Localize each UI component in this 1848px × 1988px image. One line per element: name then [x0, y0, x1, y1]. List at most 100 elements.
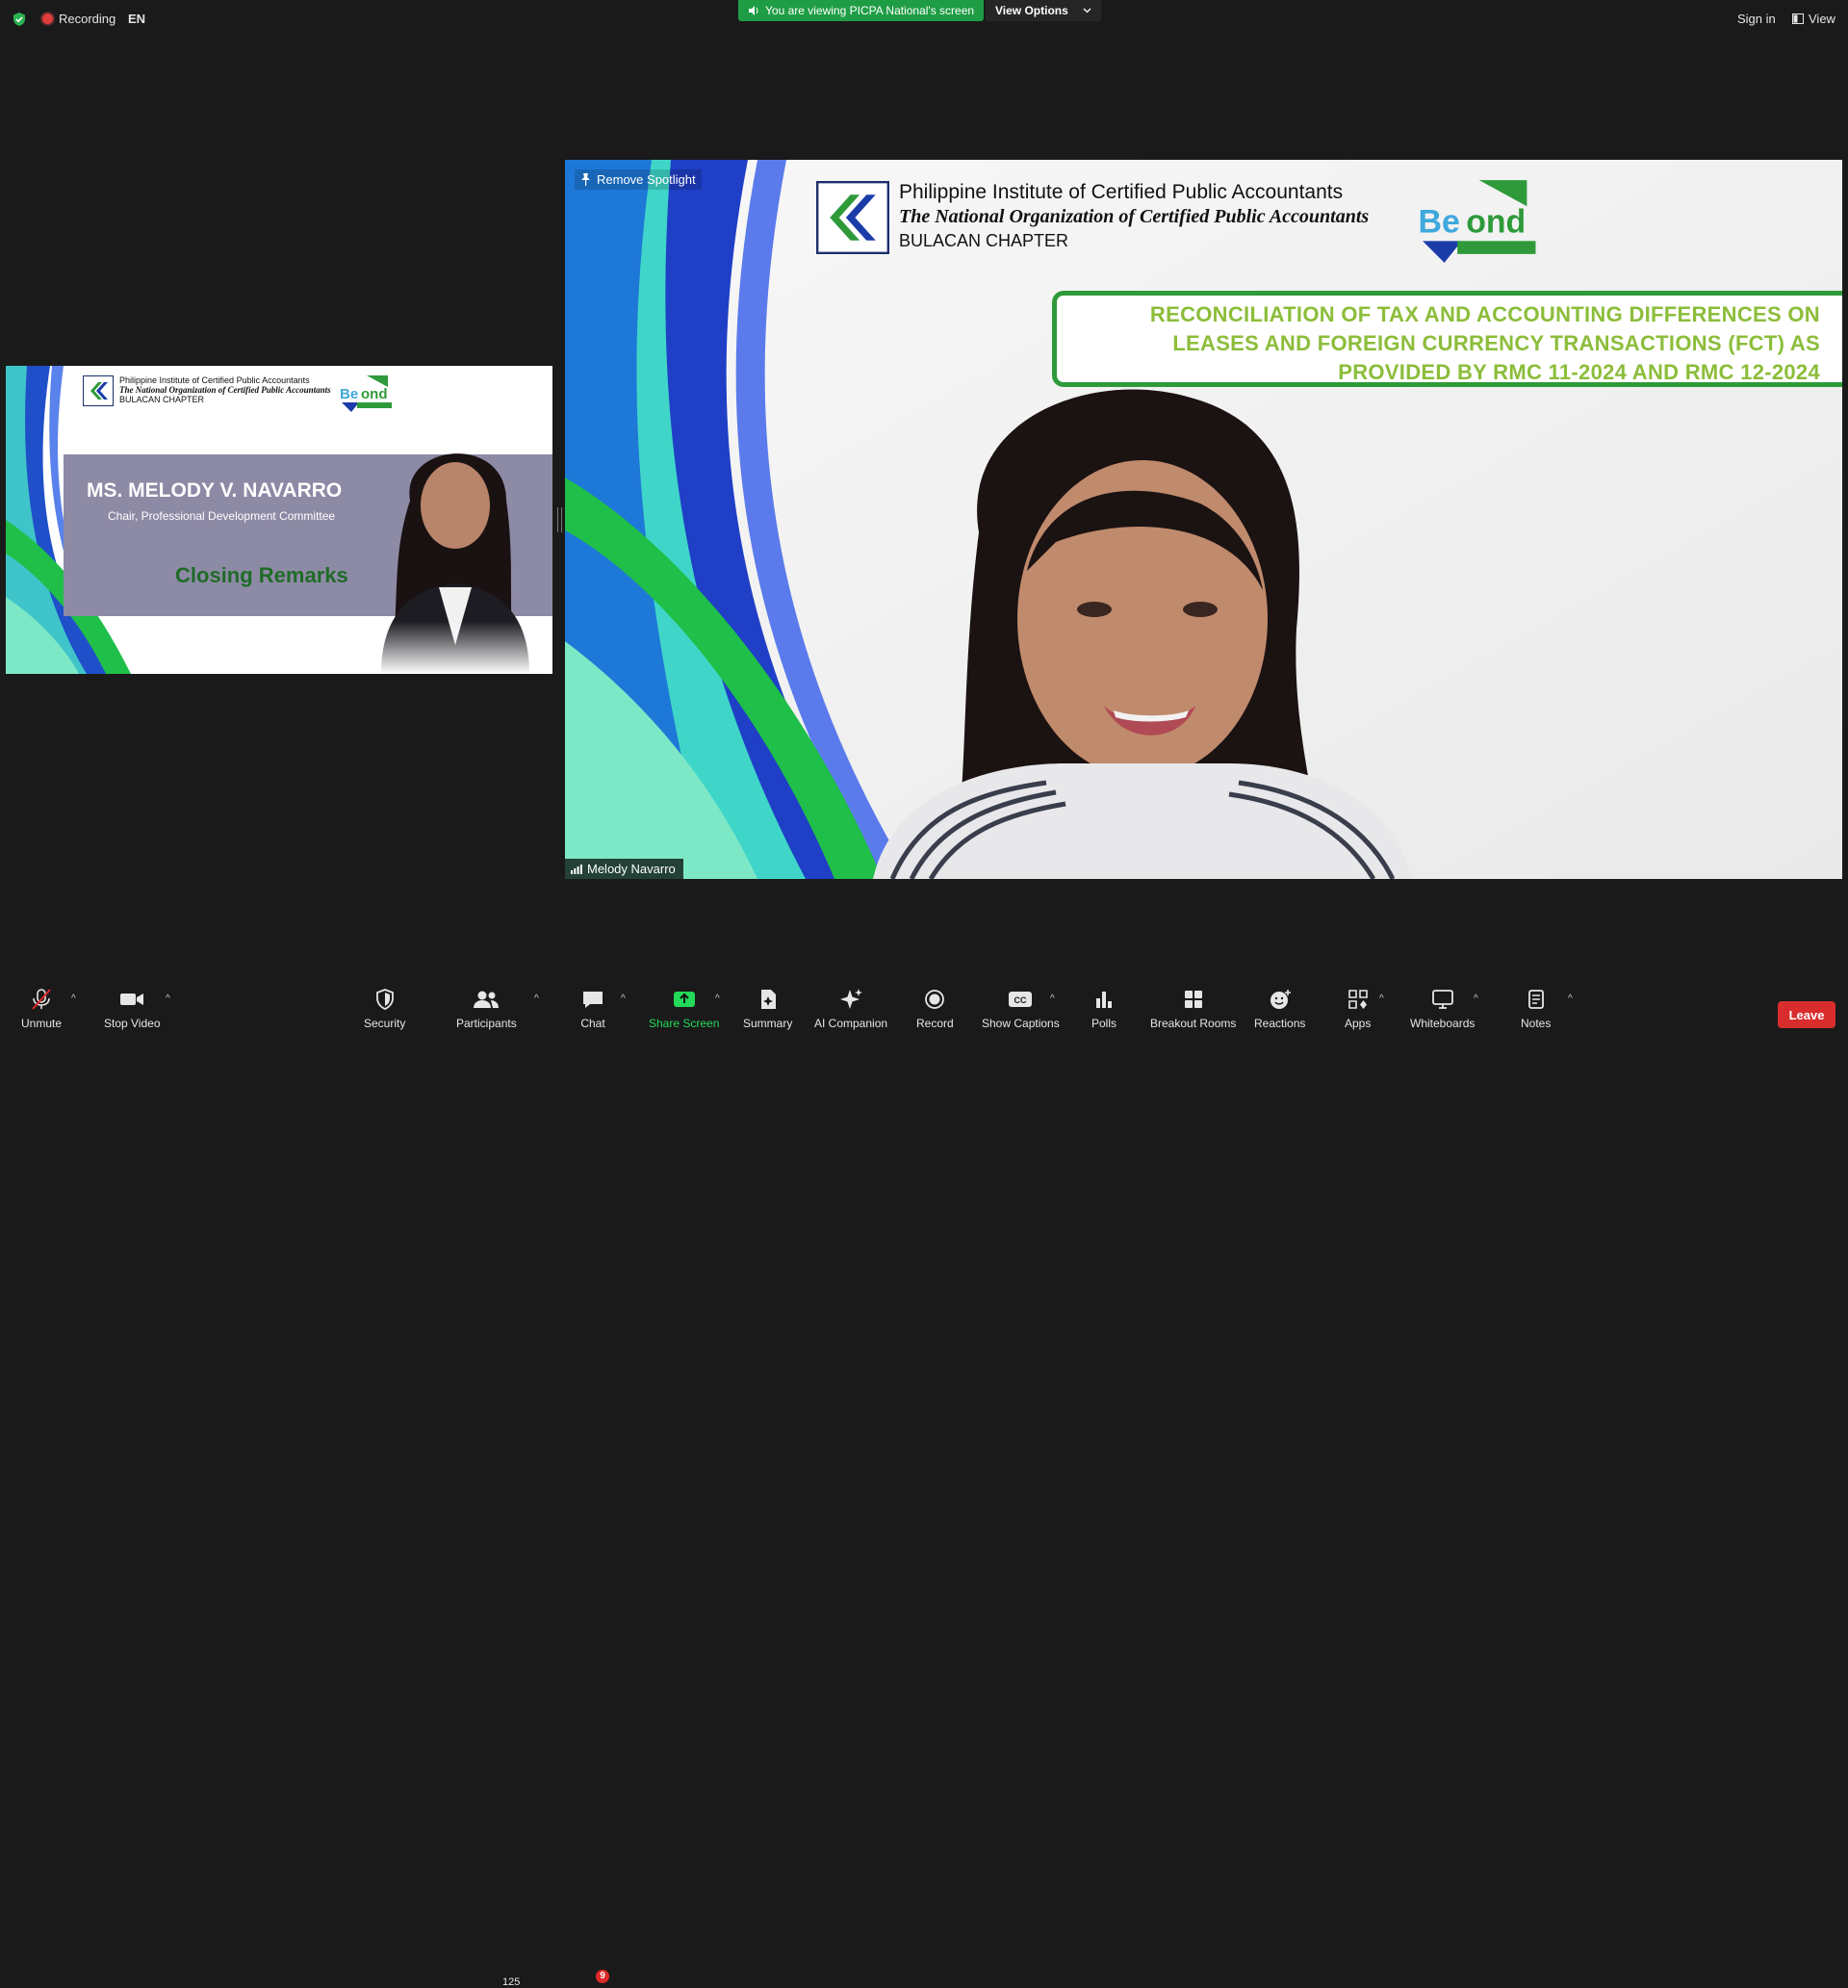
sign-in-button[interactable]: Sign in	[1737, 12, 1776, 26]
remove-spotlight-label: Remove Spotlight	[597, 172, 696, 187]
recording-dot-icon	[42, 13, 53, 24]
chat-bubble-icon	[583, 992, 603, 1008]
speaker-role: Chair, Professional Development Committe…	[108, 509, 336, 523]
recording-indicator[interactable]: Recording	[42, 12, 116, 26]
beyond-numbers-logo-icon: Be ond	[340, 375, 392, 412]
bar-chart-icon	[1096, 992, 1112, 1008]
security-shield-icon[interactable]	[12, 12, 27, 27]
shield-icon	[375, 989, 394, 1010]
speaker-name: MS. MELODY V. NAVARRO	[87, 479, 343, 502]
segment-title: Closing Remarks	[175, 563, 348, 587]
show-captions-label: Show Captions	[982, 1017, 1060, 1030]
smiley-icon	[1270, 990, 1291, 1009]
recording-label: Recording	[59, 12, 116, 26]
participant-name-tag: Melody Navarro	[565, 859, 683, 879]
org-name-line2: The National Organization of Certified P…	[119, 385, 331, 395]
picpa-logo-icon	[816, 181, 889, 254]
chat-options-chevron[interactable]: ^	[621, 994, 626, 1004]
share-screen-button[interactable]: Share Screen	[649, 988, 719, 1030]
sparkle-icon	[840, 989, 863, 1009]
view-options-label: View Options	[995, 4, 1068, 17]
whiteboards-options-chevron[interactable]: ^	[1474, 994, 1478, 1004]
chat-button[interactable]: Chat	[580, 988, 605, 1030]
stop-video-label: Stop Video	[104, 1017, 161, 1030]
org-name-line1: Philippine Institute of Certified Public…	[899, 181, 1344, 203]
remove-spotlight-button[interactable]: Remove Spotlight	[575, 169, 702, 190]
org-name-line2: The National Organization of Certified P…	[899, 206, 1370, 227]
view-label: View	[1809, 12, 1835, 26]
ai-companion-button[interactable]: AI Companion	[814, 988, 887, 1030]
apps-label: Apps	[1345, 1017, 1372, 1030]
svg-text:Be: Be	[340, 386, 358, 402]
participants-label: Participants	[456, 1017, 517, 1030]
viewing-notice-text: You are viewing PICPA National's screen	[765, 4, 975, 17]
tile-resize-handle[interactable]	[557, 507, 562, 532]
chevron-down-icon	[1083, 8, 1091, 13]
security-button[interactable]: Security	[364, 988, 405, 1030]
notes-options-chevron[interactable]: ^	[1568, 994, 1573, 1004]
signal-strength-icon	[571, 864, 582, 874]
audio-options-chevron[interactable]: ^	[71, 994, 76, 1004]
record-icon	[925, 990, 945, 1009]
view-options-dropdown[interactable]: View Options	[986, 0, 1101, 21]
whiteboards-button[interactable]: Whiteboards	[1410, 988, 1475, 1030]
title-line-1: RECONCILIATION OF TAX AND ACCOUNTING DIF…	[1149, 302, 1820, 326]
chat-unread-badge: 9	[596, 1970, 609, 1983]
org-name-line3: BULACAN CHAPTER	[119, 395, 205, 404]
participants-count: 125	[502, 1976, 521, 1988]
meeting-top-bar: Recording EN You are viewing PICPA Natio…	[0, 0, 1848, 39]
summary-label: Summary	[743, 1017, 793, 1030]
summary-button[interactable]: Summary	[743, 988, 792, 1030]
video-camera-icon	[120, 994, 144, 1005]
leave-meeting-button[interactable]: Leave	[1778, 1001, 1835, 1028]
share-options-chevron[interactable]: ^	[715, 994, 720, 1004]
notes-button[interactable]: Notes	[1521, 988, 1551, 1030]
record-button[interactable]: Record	[916, 988, 954, 1030]
unmute-button[interactable]: Unmute	[21, 988, 62, 1030]
chat-label: Chat	[580, 1017, 605, 1030]
reactions-label: Reactions	[1254, 1017, 1306, 1030]
apps-options-chevron[interactable]: ^	[1379, 994, 1384, 1004]
captions-options-chevron[interactable]: ^	[1050, 994, 1055, 1004]
reactions-button[interactable]: Reactions	[1254, 988, 1305, 1030]
participant-video	[873, 389, 1412, 879]
breakout-rooms-button[interactable]: Breakout Rooms	[1150, 988, 1236, 1030]
speaker-icon	[749, 6, 758, 15]
stop-video-button[interactable]: Stop Video	[104, 988, 161, 1030]
apps-icon	[1348, 990, 1368, 1009]
video-options-chevron[interactable]: ^	[166, 994, 170, 1004]
view-layout-button[interactable]: View	[1792, 12, 1835, 26]
org-name-line1: Philippine Institute of Certified Public…	[119, 375, 310, 385]
apps-button[interactable]: Apps	[1345, 988, 1371, 1030]
presentation-title: RECONCILIATION OF TAX AND ACCOUNTING DIF…	[1065, 300, 1820, 387]
polls-button[interactable]: Polls	[1091, 988, 1116, 1030]
notes-label: Notes	[1521, 1017, 1552, 1030]
record-label: Record	[916, 1017, 954, 1030]
unmute-label: Unmute	[21, 1017, 63, 1030]
shared-slide-thumbnail[interactable]: Philippine Institute of Certified Public…	[6, 366, 552, 674]
ai-companion-label: AI Companion	[814, 1017, 888, 1030]
participants-button[interactable]: Participants	[456, 988, 517, 1030]
whiteboard-icon	[1431, 990, 1453, 1009]
participants-options-chevron[interactable]: ^	[534, 994, 539, 1004]
security-label: Security	[364, 1017, 406, 1030]
beyond-numbers-logo-icon: Be ond	[1419, 180, 1536, 263]
meeting-controls-toolbar: Unmute ^ Stop Video ^ Security Participa…	[0, 980, 1848, 1988]
breakout-rooms-icon	[1184, 991, 1202, 1008]
picpa-logo-icon	[83, 375, 114, 406]
whiteboards-label: Whiteboards	[1410, 1017, 1476, 1030]
viewing-screen-banner: You are viewing PICPA National's screen	[738, 0, 985, 21]
svg-text:Be: Be	[1419, 203, 1460, 240]
participant-name: Melody Navarro	[587, 862, 676, 876]
breakout-rooms-label: Breakout Rooms	[1150, 1017, 1237, 1030]
layout-icon	[1792, 13, 1804, 24]
speaker-photo	[362, 453, 545, 674]
org-name-line3: BULACAN CHAPTER	[899, 231, 1069, 250]
spotlight-video-tile[interactable]: Philippine Institute of Certified Public…	[565, 160, 1842, 879]
microphone-muted-icon	[32, 989, 51, 1010]
show-captions-button[interactable]: CC Show Captions	[982, 988, 1060, 1030]
notes-icon	[1527, 990, 1544, 1009]
svg-text:ond: ond	[1466, 203, 1526, 240]
language-interpretation-button[interactable]: EN	[128, 12, 145, 26]
participants-icon	[474, 991, 500, 1008]
